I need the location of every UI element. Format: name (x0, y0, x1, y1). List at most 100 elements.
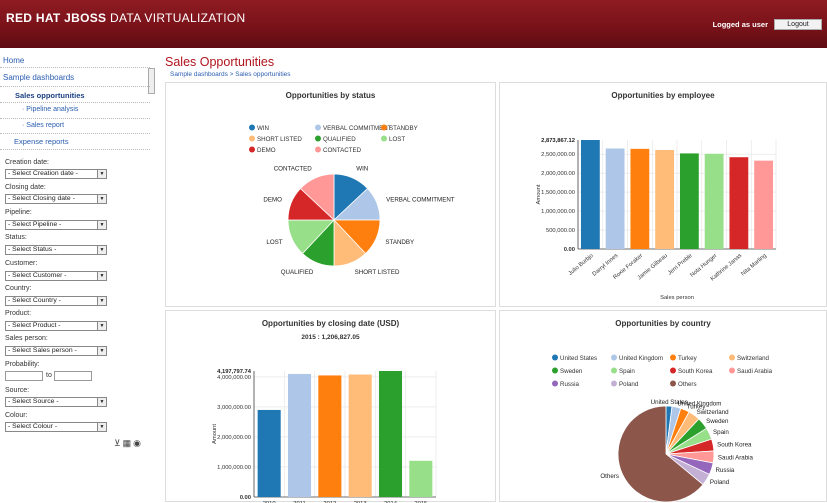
nav-expense-reports-link[interactable]: Expense reports (14, 137, 69, 146)
bar-2011 (287, 373, 312, 497)
y-axis-title: Amount (212, 424, 218, 444)
source-select[interactable]: - Select Source - ▼ (5, 397, 107, 407)
chevron-down-icon: ▼ (97, 246, 106, 254)
y-tick-label: 1,000,000.00 (217, 465, 251, 471)
legend-label-turkey: Turkey (678, 355, 698, 362)
colour-select[interactable]: - Select Colour - ▼ (5, 422, 107, 432)
probability-to-input[interactable] (54, 371, 92, 381)
legend-swatch-turkey (670, 354, 676, 361)
y-tick-label: 1,500,000.00 (541, 190, 575, 196)
legend-swatch-others (670, 380, 676, 387)
slice-label-short-listed: SHORT LISTED (355, 269, 400, 276)
bar-2012 (318, 375, 342, 497)
y-max-label: 4,197,797.74 (217, 369, 252, 375)
table-icon[interactable]: ▦ (123, 438, 132, 449)
x-tick-label-nita-marling: Nita Marling (740, 253, 768, 277)
slice-label-south-korea: South Korea (717, 441, 752, 448)
legend-label-standby: STANDBY (389, 125, 418, 132)
legend-swatch-poland (611, 380, 617, 387)
slice-label-qualified: QUALIFIED (281, 269, 314, 276)
country-label: Country: (5, 285, 32, 292)
slice-label-verbal-commitment: VERBAL COMMITMENT (386, 196, 455, 203)
filter-icon[interactable]: ⊻ (114, 438, 121, 449)
page-title: Sales Opportunities (165, 55, 275, 69)
nav-sales-opportunities-link[interactable]: Sales opportunities (15, 91, 85, 100)
legend-label-others: Others (678, 381, 697, 388)
slice-label-lost: LOST (266, 239, 282, 246)
legend-swatch-short-listed (249, 135, 255, 142)
colour-label: Colour: (5, 412, 28, 419)
panel-employee: Opportunities by employee 2,500,000.00 2,… (499, 82, 827, 307)
legend-label-spain: Spain (619, 368, 635, 375)
legend-swatch-lost (381, 135, 387, 142)
divider (0, 102, 150, 103)
y-tick-label: 500,000.00 (546, 228, 575, 234)
y-tick-label: 3,000,000.00 (217, 405, 251, 411)
customer-select[interactable]: - Select Customer - ▼ (5, 271, 107, 281)
legend-label-lost: LOST (389, 136, 405, 143)
nav-sample-dashboards-link[interactable]: Sample dashboards (3, 73, 74, 82)
creation-date-value: - Select Creation date - (8, 170, 78, 177)
divider (0, 67, 150, 68)
pipeline-select[interactable]: - Select Pipeline - ▼ (5, 220, 107, 230)
country-value: - Select Country - (8, 297, 61, 304)
slice-label-russia: Russia (715, 467, 734, 474)
slice-label-spain: Spain (713, 429, 729, 436)
nav-home-link[interactable]: Home (3, 56, 24, 65)
nav-pipeline-analysis-link[interactable]: · Pipeline analysis (22, 106, 78, 113)
breadcrumb[interactable]: Sample dashboards > Sales opportunities (170, 71, 291, 78)
sales-person-value: - Select Sales person - (8, 347, 77, 354)
pipeline-label: Pipeline: (5, 209, 32, 216)
y-axis-title: Amount (536, 184, 542, 204)
slice-label-standby: STANDBY (385, 239, 414, 246)
status-value: - Select Status - (8, 246, 57, 253)
bar-jerri-preble (679, 153, 699, 249)
customer-value: - Select Customer - (8, 272, 67, 279)
product-value: - Select Product - (8, 322, 61, 329)
legend-swatch-win (249, 124, 255, 131)
refresh-icon[interactable]: ◉ (133, 438, 141, 449)
chevron-down-icon: ▼ (97, 195, 106, 203)
chevron-down-icon: ▼ (97, 423, 106, 431)
country-select[interactable]: - Select Country - ▼ (5, 296, 107, 306)
colour-value: - Select Colour - (8, 423, 58, 430)
probability-from-input[interactable] (5, 371, 43, 381)
y-tick-label: 2,000,000.00 (217, 435, 251, 441)
y-tick-label: 2,000,000.00 (541, 171, 575, 177)
slice-label-sweden: Sweden (706, 418, 729, 425)
logout-button[interactable]: Logout (774, 19, 822, 30)
legend-label-switzerland: Switzerland (737, 355, 770, 362)
sales-person-label: Sales person: (5, 335, 48, 342)
bar-roxie-foraker (630, 148, 650, 249)
login-area: Logged as user Logout (713, 19, 822, 30)
legend-label-qualified: QUALIFIED (323, 136, 356, 143)
status-select[interactable]: - Select Status - ▼ (5, 245, 107, 255)
filter-actions: ⊻ ▦ ◉ (114, 438, 141, 449)
chevron-down-icon: ▼ (97, 398, 106, 406)
creation-date-label: Creation date: (5, 159, 49, 166)
product-select[interactable]: - Select Product - ▼ (5, 321, 107, 331)
slice-label-saudi-arabia: Saudi Arabia (718, 454, 754, 461)
bar-darryl-innes (605, 148, 625, 249)
legend-swatch-saudi-arabia (729, 367, 735, 374)
product-label: Product: (5, 310, 32, 317)
legend-label-united-kingdom: United Kingdom (619, 355, 663, 362)
chevron-down-icon: ▼ (97, 347, 106, 355)
nav-sales-report-link[interactable]: · Sales report (22, 122, 64, 129)
bar-2013 (348, 374, 372, 497)
brand-thin: DATA VIRTUALIZATION (110, 11, 246, 25)
slice-label-poland: Poland (710, 479, 730, 486)
closing-date-value: - Select Closing date - (8, 195, 75, 202)
y-tick-label: 0.00 (240, 495, 251, 501)
legend-label-united-states: United States (560, 355, 597, 362)
divider (0, 86, 150, 87)
closing-date-label: Closing date: (5, 184, 46, 191)
legend-swatch-sweden (552, 367, 558, 374)
closing-date-bar-chart: 4,000,000.00 3,000,000.00 2,000,000.00 1,00… (212, 369, 437, 503)
sidebar-scrollbar[interactable] (148, 68, 155, 94)
status-pie-chart: WIN VERBAL COMMITMENT STANDBY SHORT LISTED Q… (249, 124, 455, 276)
closing-date-select[interactable]: - Select Closing date - ▼ (5, 194, 107, 204)
creation-date-select[interactable]: - Select Creation date - ▼ (5, 169, 107, 179)
sales-person-select[interactable]: - Select Sales person - ▼ (5, 346, 107, 356)
panel-status: Opportunities by status WIN VERBAL COMMIT… (165, 82, 496, 307)
